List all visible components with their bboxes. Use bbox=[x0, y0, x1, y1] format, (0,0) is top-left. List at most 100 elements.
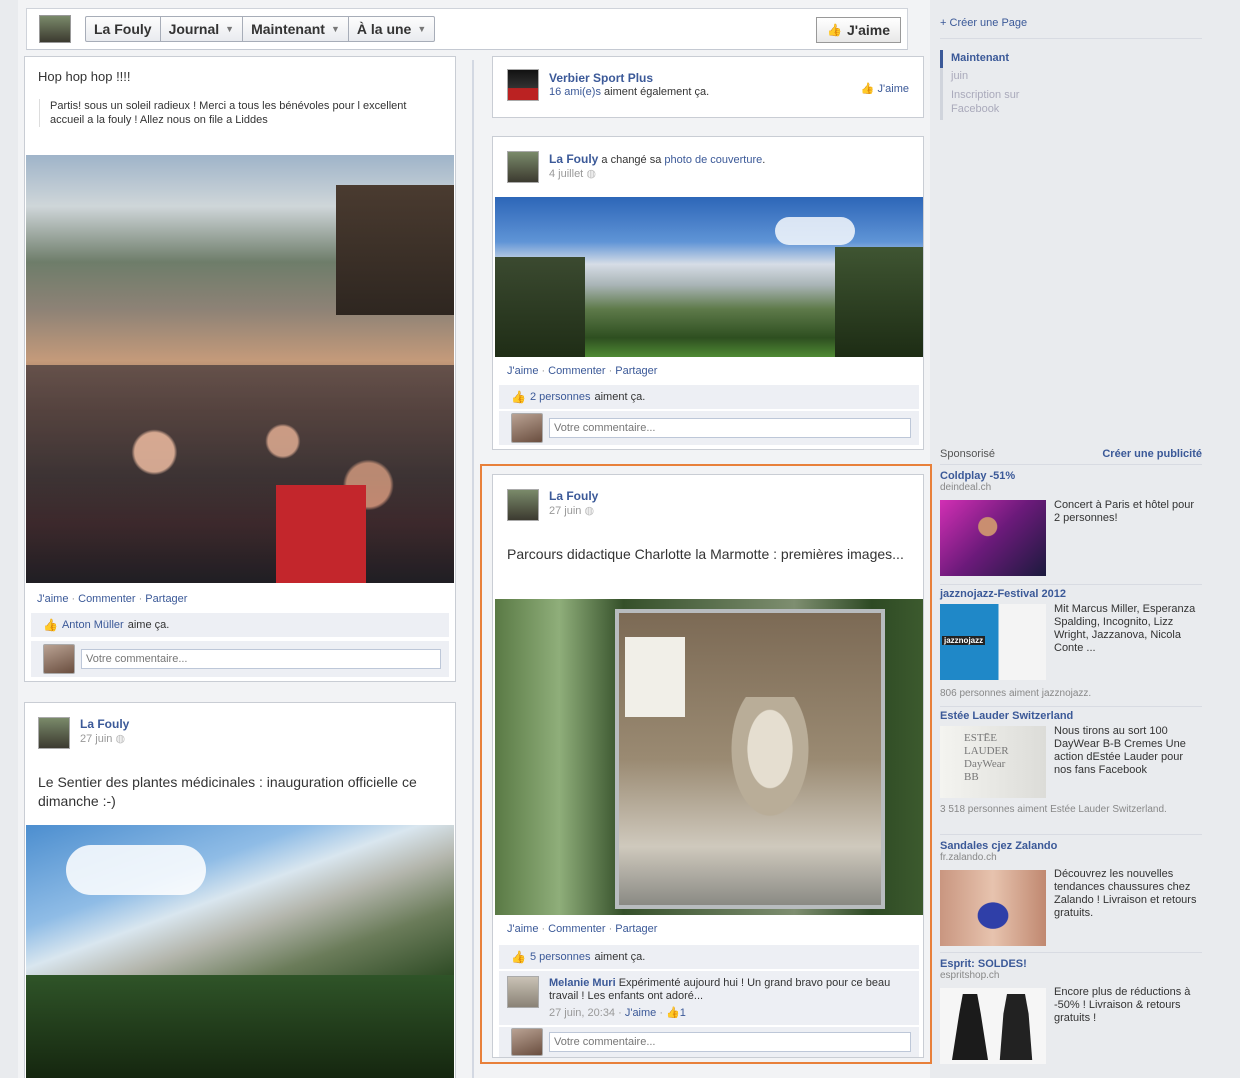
comment-like-count[interactable]: 1 bbox=[680, 1007, 686, 1019]
scrubber-joined[interactable]: Inscription sur Facebook bbox=[943, 86, 1043, 120]
ad-image: jazznojazz bbox=[940, 604, 1046, 680]
post-date[interactable]: 27 juin ◍ bbox=[549, 504, 594, 517]
comment-row: Votre commentaire... bbox=[499, 411, 919, 445]
scrubber-june[interactable]: juin bbox=[943, 68, 1080, 86]
post-date[interactable]: 4 juillet ◍ bbox=[549, 167, 596, 180]
post-header-line: La Fouly a changé sa photo de couverture… bbox=[549, 152, 766, 166]
page-avatar[interactable] bbox=[39, 15, 71, 43]
right-sidebar: + Créer une Page Maintenant juin Inscrip… bbox=[934, 0, 1202, 1078]
cover-photo-link[interactable]: photo de couverture bbox=[664, 154, 762, 166]
scrubber-now[interactable]: Maintenant bbox=[940, 50, 1080, 68]
ad-estee-lauder[interactable]: Estée Lauder Switzerland ESTĒE LAUDER Da… bbox=[940, 710, 1202, 832]
like-link[interactable]: J'aime bbox=[37, 593, 68, 605]
ad-image bbox=[940, 500, 1046, 576]
author-avatar[interactable] bbox=[38, 717, 70, 749]
ad-zalando[interactable]: Sandales cjez Zalando fr.zalando.ch Déco… bbox=[940, 840, 1202, 950]
page-like-button[interactable]: 👍 J'aime bbox=[816, 17, 901, 43]
thumbs-up-icon: 👍 bbox=[827, 23, 842, 37]
author-avatar[interactable] bbox=[507, 151, 539, 183]
post-card: Hop hop hop !!!! Partis! sous un soleil … bbox=[24, 56, 456, 682]
post-author-link[interactable]: La Fouly bbox=[549, 152, 598, 166]
sidebar-divider bbox=[940, 38, 1202, 39]
ad-jazznojazz[interactable]: jazznojazz-Festival 2012 jazznojazz Mit … bbox=[940, 588, 1202, 706]
ad-coldplay[interactable]: Coldplay -51% deindeal.ch Concert à Pari… bbox=[940, 470, 1202, 580]
author-avatar[interactable] bbox=[507, 489, 539, 521]
comment-like-link[interactable]: J'aime bbox=[625, 1007, 656, 1019]
comment-input[interactable]: Votre commentaire... bbox=[81, 649, 441, 669]
comment-meta: 27 juin, 20:34 · J'aime · 👍1 bbox=[549, 1007, 686, 1019]
comment-input[interactable]: Votre commentaire... bbox=[549, 1032, 911, 1052]
cover-photo[interactable] bbox=[495, 197, 923, 357]
ad-body: Découvrez les nouvelles tendances chauss… bbox=[1054, 868, 1197, 919]
friends-link[interactable]: 16 ami(e)s bbox=[549, 86, 601, 98]
ad-body: Concert à Paris et hôtel pour 2 personne… bbox=[1054, 499, 1195, 524]
comment-link[interactable]: Commenter bbox=[548, 923, 605, 935]
likes-row: 👍 Anton Müller aime ça. bbox=[31, 613, 449, 637]
verbier-logo[interactable] bbox=[507, 69, 539, 101]
post-photo-marmot-panel[interactable] bbox=[495, 599, 923, 915]
post-author-link[interactable]: La Fouly bbox=[80, 717, 129, 731]
liker-name-link[interactable]: Anton Müller bbox=[62, 613, 124, 637]
thumbs-up-icon: 👍 bbox=[666, 1007, 680, 1019]
page-name-link[interactable]: La Fouly bbox=[86, 17, 161, 41]
post-author-link[interactable]: La Fouly bbox=[549, 489, 598, 503]
chevron-down-icon: ▼ bbox=[225, 24, 235, 34]
post-card: La Fouly a changé sa photo de couverture… bbox=[492, 136, 924, 450]
ad-title: Sandales cjez Zalando bbox=[940, 840, 1058, 852]
comment-time[interactable]: 27 juin, 20:34 bbox=[549, 1007, 615, 1019]
thumbs-up-icon: 👍 bbox=[860, 83, 875, 95]
comment-input[interactable]: Votre commentaire... bbox=[549, 418, 911, 438]
ad-social: 3 518 personnes aiment Estée Lauder Swit… bbox=[940, 804, 1167, 815]
ad-domain: fr.zalando.ch bbox=[940, 852, 997, 863]
comment-item: Melanie Muri Expérimenté aujourd hui ! U… bbox=[499, 971, 919, 1025]
post-card: La Fouly 27 juin ◍ Le Sentier des plante… bbox=[24, 702, 456, 1078]
like-link[interactable]: J'aime bbox=[507, 365, 538, 377]
ad-title: Coldplay -51% bbox=[940, 470, 1016, 482]
ad-image: ESTĒE LAUDER DayWear BB bbox=[940, 726, 1046, 798]
post-photo-runners[interactable] bbox=[26, 155, 454, 583]
timeline-scrubber: Maintenant juin Inscription sur Facebook bbox=[940, 50, 1080, 120]
post-title: Hop hop hop !!!! bbox=[38, 69, 131, 84]
timeline-spine bbox=[472, 60, 474, 1078]
create-page-link[interactable]: + Créer une Page bbox=[940, 17, 1027, 29]
post-text: Partis! sous un soleil radieux ! Merci a… bbox=[39, 99, 429, 127]
ad-social: 806 personnes aiment jazznojazz. bbox=[940, 688, 1092, 699]
post-date[interactable]: 27 juin ◍ bbox=[80, 732, 125, 745]
ad-domain: espritshop.ch bbox=[940, 970, 1000, 981]
nav-a-la-une[interactable]: À la une ▼ bbox=[349, 17, 434, 41]
post-text: Parcours didactique Charlotte la Marmott… bbox=[507, 546, 904, 562]
post-photo-mountain[interactable] bbox=[26, 825, 454, 1078]
share-link[interactable]: Partager bbox=[615, 365, 657, 377]
chevron-down-icon: ▼ bbox=[330, 24, 340, 34]
like-link[interactable]: J'aime bbox=[507, 923, 538, 935]
comment-link[interactable]: Commenter bbox=[548, 365, 605, 377]
likers-link[interactable]: 2 personnes bbox=[530, 385, 591, 409]
liked-page-like-button[interactable]: 👍 J'aime bbox=[861, 82, 909, 95]
comment-row: Votre commentaire... bbox=[31, 641, 449, 677]
ad-image bbox=[940, 870, 1046, 946]
commenter-name-link[interactable]: Melanie Muri bbox=[549, 977, 616, 989]
nav-maintenant[interactable]: Maintenant ▼ bbox=[243, 17, 349, 41]
liked-page-friends: 16 ami(e)s aiment également ça. bbox=[549, 86, 710, 98]
post-card: La Fouly 27 juin ◍ Parcours didactique C… bbox=[492, 474, 924, 1058]
sponsored-header: Sponsorisé Créer une publicité bbox=[940, 448, 1202, 460]
create-ad-link[interactable]: Créer une publicité bbox=[1102, 448, 1202, 460]
comment-row: Votre commentaire... bbox=[499, 1027, 919, 1057]
comment-link[interactable]: Commenter bbox=[78, 593, 135, 605]
share-link[interactable]: Partager bbox=[615, 923, 657, 935]
viewer-avatar bbox=[511, 413, 543, 443]
post-actions: J'aime · Commenter · Partager bbox=[507, 923, 658, 935]
thumbs-up-icon: 👍 bbox=[43, 618, 58, 632]
ad-title: jazznojazz-Festival 2012 bbox=[940, 588, 1066, 600]
chevron-down-icon: ▼ bbox=[417, 24, 427, 34]
ad-esprit[interactable]: Esprit: SOLDES! espritshop.ch Encore plu… bbox=[940, 958, 1202, 1068]
plus-icon: + bbox=[940, 17, 947, 29]
liked-page-name[interactable]: Verbier Sport Plus bbox=[549, 71, 653, 85]
commenter-avatar[interactable] bbox=[507, 976, 539, 1008]
ad-title: Esprit: SOLDES! bbox=[940, 958, 1027, 970]
share-link[interactable]: Partager bbox=[145, 593, 187, 605]
globe-icon: ◍ bbox=[586, 168, 596, 180]
ad-body: Encore plus de réductions à -50% ! Livra… bbox=[1054, 986, 1191, 1024]
nav-journal[interactable]: Journal ▼ bbox=[161, 17, 244, 41]
likers-link[interactable]: 5 personnes bbox=[530, 945, 591, 969]
